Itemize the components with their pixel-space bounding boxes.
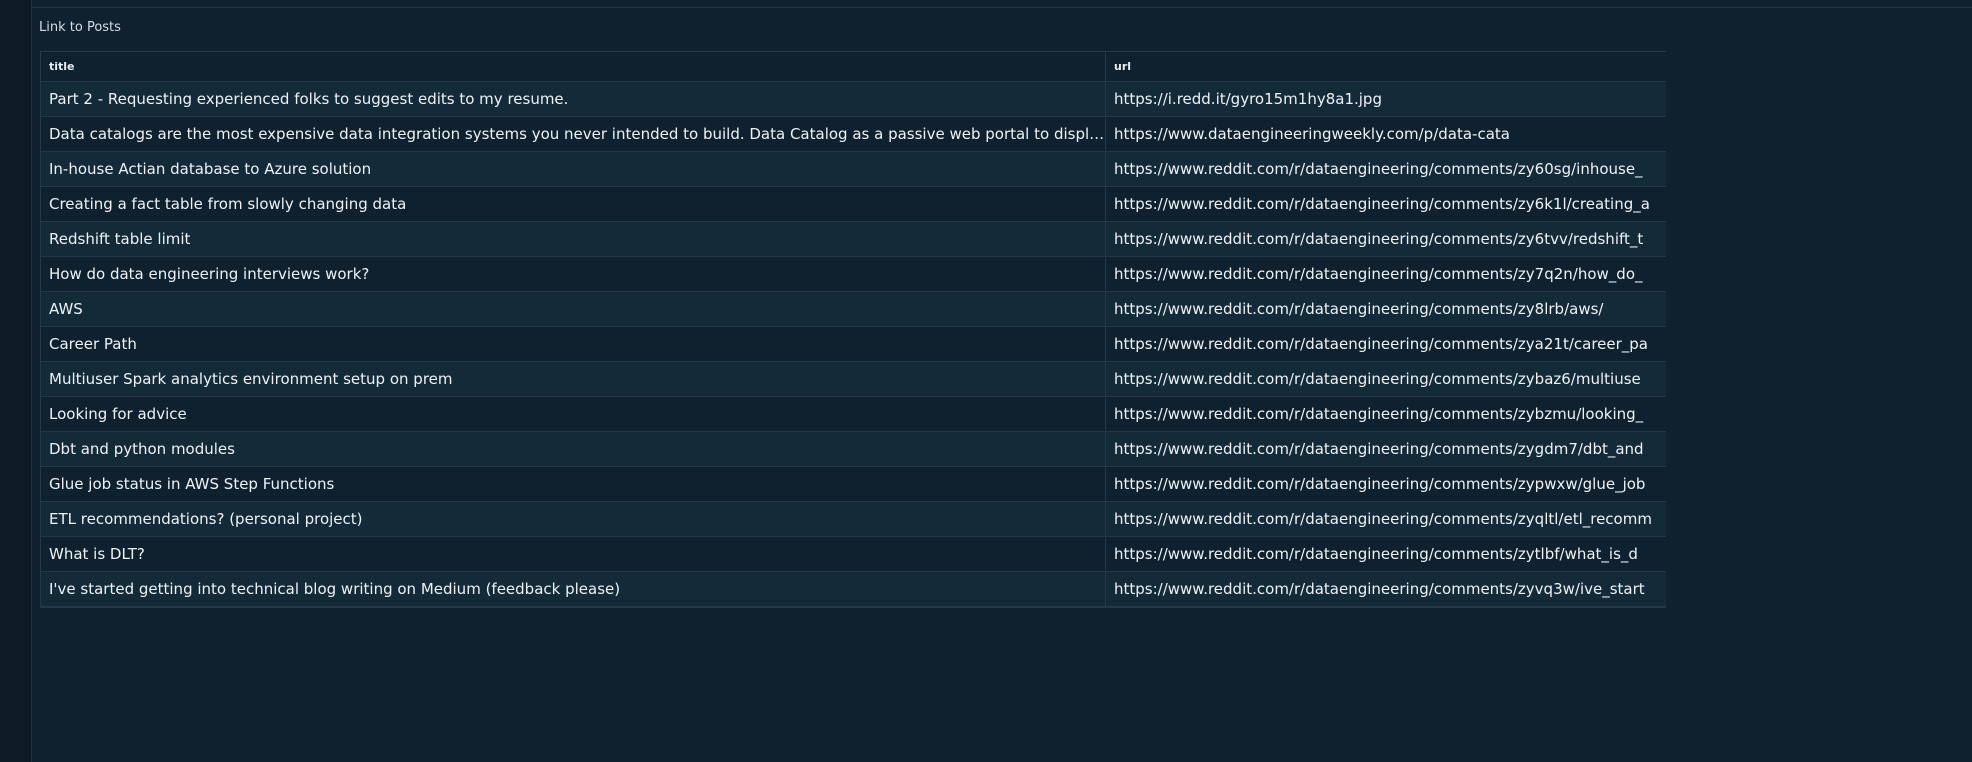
cell-url[interactable]: https://www.reddit.com/r/dataengineering… [1106,257,1666,291]
cell-url[interactable]: https://www.reddit.com/r/dataengineering… [1106,152,1666,186]
table-row[interactable]: Data catalogs are the most expensive dat… [41,117,1666,152]
cell-title[interactable]: Career Path [41,327,1106,361]
cell-title[interactable]: Part 2 - Requesting experienced folks to… [41,82,1106,116]
column-header-url[interactable]: url [1106,52,1666,81]
left-sidebar-strip [0,0,32,762]
panel-title: Link to Posts [39,20,121,35]
table-row[interactable]: AWS https://www.reddit.com/r/dataengineer… [41,292,1666,327]
cell-title[interactable]: Redshift table limit [41,222,1106,256]
data-grid[interactable]: title url Part 2 - Requesting experience… [40,51,1666,608]
cell-title[interactable]: I've started getting into technical blog… [41,572,1106,606]
grid-header-row: title url [41,51,1666,82]
table-row[interactable]: Redshift table limit https://www.reddit.c… [41,222,1666,257]
column-header-title[interactable]: title [41,52,1106,81]
table-row[interactable]: What is DLT? https://www.reddit.com/r/dat… [41,537,1666,572]
cell-title[interactable]: AWS [41,292,1106,326]
cell-title[interactable]: In-house Actian database to Azure soluti… [41,152,1106,186]
table-row[interactable]: Looking for advice https://www.reddit.com… [41,397,1666,432]
cell-url[interactable]: https://www.reddit.com/r/dataengineering… [1106,432,1666,466]
cell-title[interactable]: How do data engineering interviews work? [41,257,1106,291]
cell-url[interactable]: https://www.reddit.com/r/dataengineering… [1106,397,1666,431]
cell-title[interactable]: ETL recommendations? (personal project) [41,502,1106,536]
cell-title[interactable]: Glue job status in AWS Step Functions [41,467,1106,501]
cell-url[interactable]: https://www.dataengineeringweekly.com/p/… [1106,117,1666,151]
cell-url[interactable]: https://www.reddit.com/r/dataengineering… [1106,187,1666,221]
table-row[interactable]: Dbt and python modules https://www.reddit… [41,432,1666,467]
panel-divider [32,7,1972,8]
cell-url[interactable]: https://www.reddit.com/r/dataengineering… [1106,327,1666,361]
cell-title[interactable]: Data catalogs are the most expensive dat… [41,117,1106,151]
grid-body: Part 2 - Requesting experienced folks to… [41,82,1666,607]
table-row[interactable]: Glue job status in AWS Step Functions htt… [41,467,1666,502]
cell-url[interactable]: https://www.reddit.com/r/dataengineering… [1106,362,1666,396]
table-row[interactable]: I've started getting into technical blog… [41,572,1666,607]
table-row[interactable]: Career Path https://www.reddit.com/r/data… [41,327,1666,362]
table-row[interactable]: How do data engineering interviews work?… [41,257,1666,292]
table-row[interactable]: Part 2 - Requesting experienced folks to… [41,82,1666,117]
cell-url[interactable]: https://www.reddit.com/r/dataengineering… [1106,572,1666,606]
cell-url[interactable]: https://www.reddit.com/r/dataengineering… [1106,222,1666,256]
table-row[interactable]: Multiuser Spark analytics environment se… [41,362,1666,397]
cell-url[interactable]: https://www.reddit.com/r/dataengineering… [1106,467,1666,501]
table-row[interactable]: Creating a fact table from slowly changi… [41,187,1666,222]
cell-url[interactable]: https://www.reddit.com/r/dataengineering… [1106,292,1666,326]
cell-title[interactable]: Multiuser Spark analytics environment se… [41,362,1106,396]
cell-url[interactable]: https://www.reddit.com/r/dataengineering… [1106,502,1666,536]
table-panel: Link to Posts title url Part 2 - Request… [32,0,1972,762]
cell-url[interactable]: https://i.redd.it/gyro15m1hy8a1.jpg [1106,82,1666,116]
cell-title[interactable]: Dbt and python modules [41,432,1106,466]
cell-title[interactable]: Creating a fact table from slowly changi… [41,187,1106,221]
table-row[interactable]: In-house Actian database to Azure soluti… [41,152,1666,187]
cell-title[interactable]: Looking for advice [41,397,1106,431]
cell-title[interactable]: What is DLT? [41,537,1106,571]
table-row[interactable]: ETL recommendations? (personal project) h… [41,502,1666,537]
cell-url[interactable]: https://www.reddit.com/r/dataengineering… [1106,537,1666,571]
